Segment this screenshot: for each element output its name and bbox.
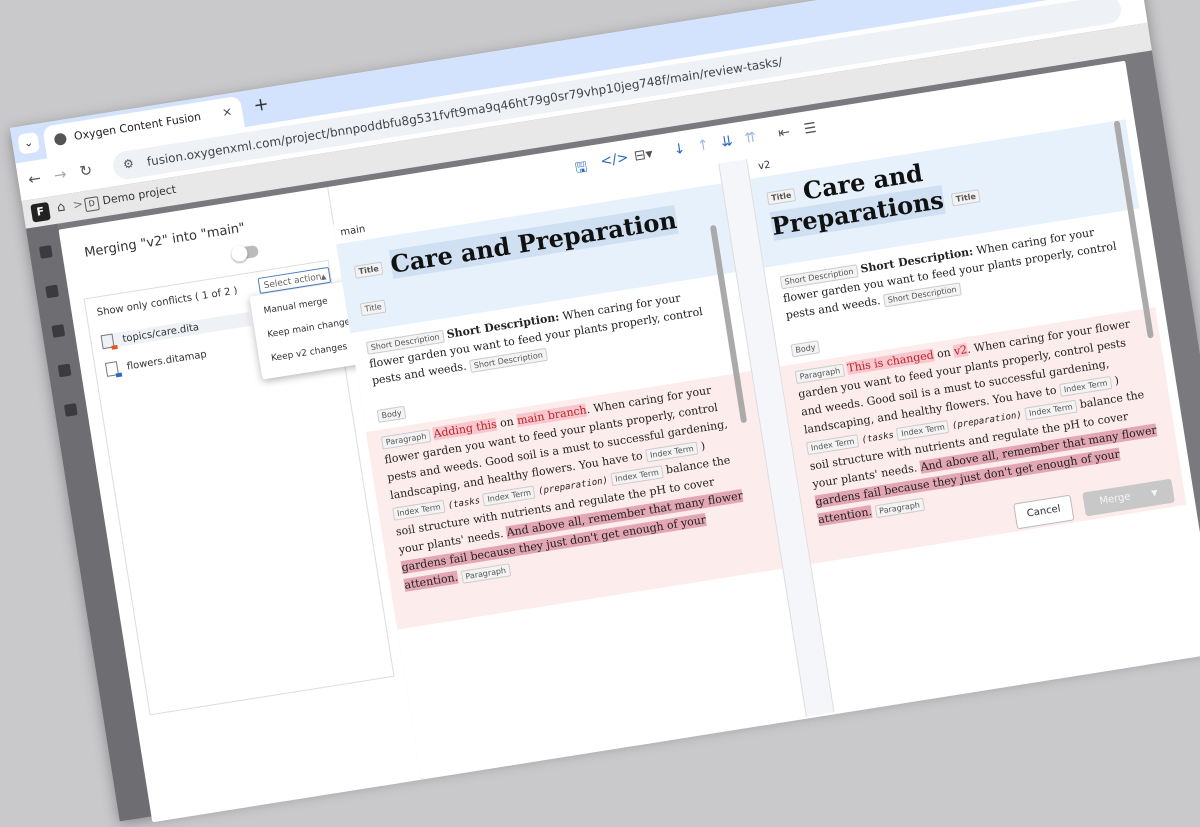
index-term-tag: Index Term xyxy=(805,433,860,455)
file-item[interactable]: flowers.ditamap xyxy=(104,347,208,377)
index-term-tasks: (tasks xyxy=(447,496,481,512)
code-icon[interactable]: </> xyxy=(599,150,629,170)
app-logo[interactable]: F xyxy=(30,201,51,223)
previous-change-icon[interactable]: ↑ xyxy=(696,137,710,155)
menu-item-manual-merge[interactable]: Manual merge xyxy=(263,296,328,316)
breadcrumb-project[interactable]: Demo project xyxy=(102,183,177,207)
favicon-icon xyxy=(53,132,68,147)
title-tag: Title xyxy=(950,189,981,207)
show-conflicts-toggle[interactable] xyxy=(231,244,260,261)
merge-label: Merge xyxy=(1098,491,1132,508)
title-tag: Title xyxy=(353,261,384,279)
browser-window: ⌄ Oxygen Content Fusion × + ← → ↻ ⚙ fusi… xyxy=(10,0,1200,823)
back-icon[interactable]: ← xyxy=(27,169,42,189)
forward-icon[interactable]: → xyxy=(53,165,68,185)
ditamap-file-icon xyxy=(104,361,119,377)
save-icon[interactable]: 🖫 xyxy=(574,156,590,182)
site-info-icon[interactable]: ⚙ xyxy=(122,156,135,172)
accept-left-icon[interactable]: ⇤ xyxy=(777,124,791,142)
index-term-tag: Index Term xyxy=(610,464,664,486)
next-change-icon[interactable]: ↓ xyxy=(672,141,686,159)
body-tag: Body xyxy=(790,340,821,358)
index-term-tag: Index Term xyxy=(392,499,446,521)
caret-up-icon: ▲ xyxy=(320,272,327,282)
paragraph-tag: Paragraph xyxy=(794,363,846,384)
dialog-title: Merging "v2" into "main" xyxy=(83,220,247,261)
title-end-tag-row: Title xyxy=(359,296,387,319)
title-tag: Title xyxy=(359,299,387,317)
file-item[interactable]: topics/care.dita xyxy=(100,311,251,350)
reload-icon[interactable]: ↻ xyxy=(78,161,93,181)
paragraph-tag: Paragraph xyxy=(380,428,432,450)
file-name: flowers.ditamap xyxy=(126,349,208,373)
index-term-tag: Index Term xyxy=(896,419,950,441)
title-tag: Title xyxy=(766,188,797,206)
sidebar-icon[interactable] xyxy=(57,363,72,378)
next-conflict-icon[interactable]: ⇊ xyxy=(720,133,734,151)
new-tab-button[interactable]: + xyxy=(252,93,270,116)
tab-close-icon[interactable]: × xyxy=(221,104,233,119)
pane-label-v2: v2 xyxy=(757,159,772,173)
tab-search-button[interactable]: ⌄ xyxy=(17,131,41,155)
sidebar-icon[interactable] xyxy=(45,284,59,299)
menu-item-keep-main[interactable]: Keep main changes xyxy=(267,317,356,341)
breadcrumb-separator: > xyxy=(71,196,84,213)
index-term-tag: Index Term xyxy=(482,484,536,506)
previous-conflict-icon[interactable]: ⇈ xyxy=(744,129,758,147)
conflicts-label: Show only conflicts ( 1 of 2 ) xyxy=(96,285,239,319)
home-icon[interactable]: ⌂ xyxy=(56,199,67,215)
paren-close: ) xyxy=(1113,373,1120,388)
paren-close: ) xyxy=(699,439,707,453)
index-term-tasks: (tasks xyxy=(861,430,895,446)
dita-file-icon xyxy=(100,333,115,350)
accept-all-icon[interactable]: ☰ xyxy=(803,120,818,138)
sidebar-icon[interactable] xyxy=(38,245,53,259)
rotated-stage: ⌄ Oxygen Content Fusion × + ← → ↻ ⚙ fusi… xyxy=(10,0,1200,823)
body-tag-row: Body xyxy=(790,336,821,359)
pane-label-main: main xyxy=(339,223,367,239)
menu-item-keep-v2[interactable]: Keep v2 changes xyxy=(271,342,348,364)
body-tag: Body xyxy=(376,405,407,423)
tags-display-icon[interactable]: ⊟▾ xyxy=(633,146,654,165)
chevron-down-icon[interactable]: ▼ xyxy=(1151,488,1158,498)
index-term-tag: Index Term xyxy=(1024,399,1078,421)
para-on: on xyxy=(499,414,515,430)
project-icon: D xyxy=(83,196,100,213)
sidebar-icon[interactable] xyxy=(51,324,66,338)
para-on: on xyxy=(936,345,952,361)
body-tag-row: Body xyxy=(376,402,407,425)
sidebar-icon[interactable] xyxy=(63,403,78,417)
file-name: topics/care.dita xyxy=(121,321,200,345)
